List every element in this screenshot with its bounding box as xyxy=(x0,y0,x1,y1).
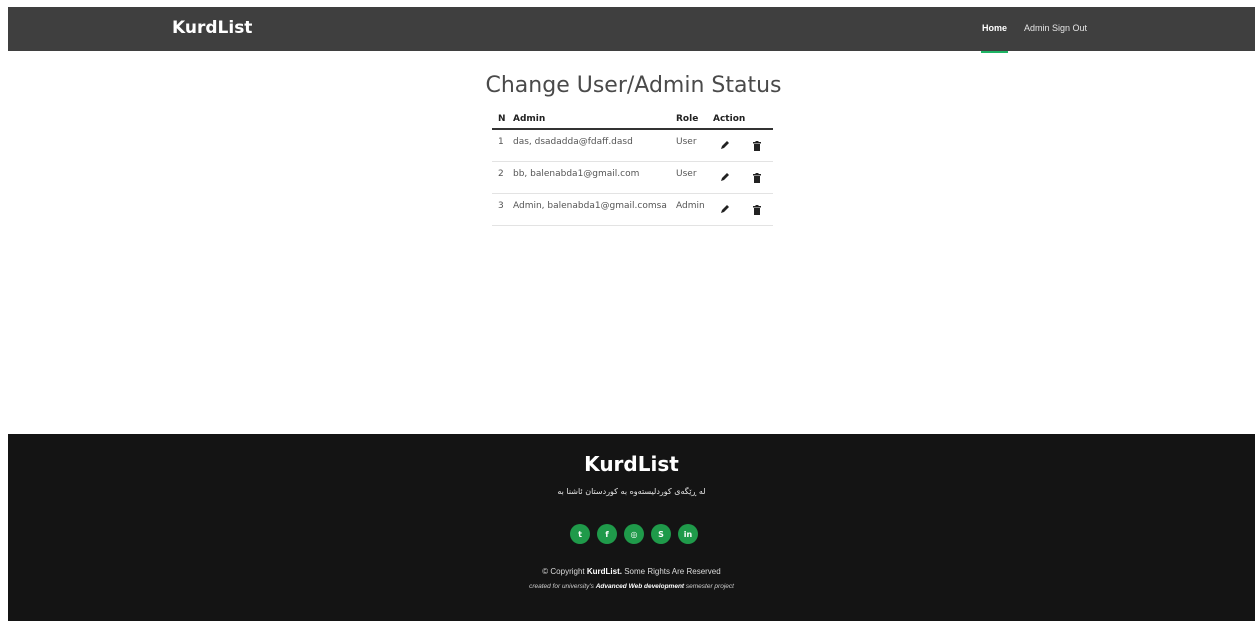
twitter-icon[interactable]: t xyxy=(570,524,590,544)
page-title: Change User/Admin Status xyxy=(485,73,782,98)
edit-pencil-icon[interactable] xyxy=(720,172,730,182)
copyright-suffix: Some Rights Are Reserved xyxy=(624,567,721,576)
copyright-prefix: © Copyright xyxy=(542,567,585,576)
active-nav-indicator xyxy=(981,51,1008,53)
instagram-icon[interactable]: ◎ xyxy=(624,524,644,544)
created-for-text: created for university's Advanced Web de… xyxy=(8,583,1255,590)
social-links: t f ◎ S in xyxy=(570,524,698,544)
row-role: User xyxy=(676,169,697,179)
nav-admin-sign-out-link[interactable]: Admin Sign Out xyxy=(1024,23,1087,33)
table-header: N Admin Role Action xyxy=(492,110,773,130)
trash-icon[interactable] xyxy=(753,205,761,215)
row-admin: Admin, balenabda1@gmail.comsa xyxy=(513,201,667,211)
edit-pencil-icon[interactable] xyxy=(720,140,730,150)
users-table: N Admin Role Action 1 das, dsadadda@fdaf… xyxy=(492,110,773,226)
row-role: Admin xyxy=(676,201,705,211)
table-row: 2 bb, balenabda1@gmail.com User xyxy=(492,162,773,194)
facebook-icon[interactable]: f xyxy=(597,524,617,544)
footer: KurdList له ڕێگەی کوردلیستەوە بە کوردستا… xyxy=(8,434,1255,621)
top-navbar: KurdList Home Admin Sign Out xyxy=(8,7,1255,53)
column-header-role: Role xyxy=(676,114,699,124)
row-number: 1 xyxy=(498,137,504,147)
skype-icon[interactable]: S xyxy=(651,524,671,544)
trash-icon[interactable] xyxy=(753,141,761,151)
column-header-action: Action xyxy=(713,114,746,124)
copyright-brand: KurdList. xyxy=(586,567,622,576)
row-admin: bb, balenabda1@gmail.com xyxy=(513,169,640,179)
created-suffix: semester project xyxy=(685,583,734,590)
footer-brand: KurdList xyxy=(584,452,679,476)
column-header-admin: Admin xyxy=(513,114,546,124)
table-row: 1 das, dsadadda@fdaff.dasd User xyxy=(492,130,773,162)
row-number: 2 xyxy=(498,169,504,179)
brand-logo[interactable]: KurdList xyxy=(172,18,252,38)
trash-icon[interactable] xyxy=(753,173,761,183)
created-course: Advanced Web development xyxy=(595,583,685,590)
linkedin-icon[interactable]: in xyxy=(678,524,698,544)
row-admin: das, dsadadda@fdaff.dasd xyxy=(513,137,633,147)
row-number: 3 xyxy=(498,201,504,211)
footer-tagline: له ڕێگەی کوردلیستەوە بە کوردستان ئاشنا ب… xyxy=(557,487,706,496)
edit-pencil-icon[interactable] xyxy=(720,204,730,214)
created-prefix: created for university's xyxy=(529,583,594,590)
nav-home-link[interactable]: Home xyxy=(982,23,1007,33)
table-row: 3 Admin, balenabda1@gmail.comsa Admin xyxy=(492,194,773,226)
row-role: User xyxy=(676,137,697,147)
copyright-text: © Copyright KurdList. Some Rights Are Re… xyxy=(8,567,1255,576)
column-header-n: N xyxy=(498,114,506,124)
